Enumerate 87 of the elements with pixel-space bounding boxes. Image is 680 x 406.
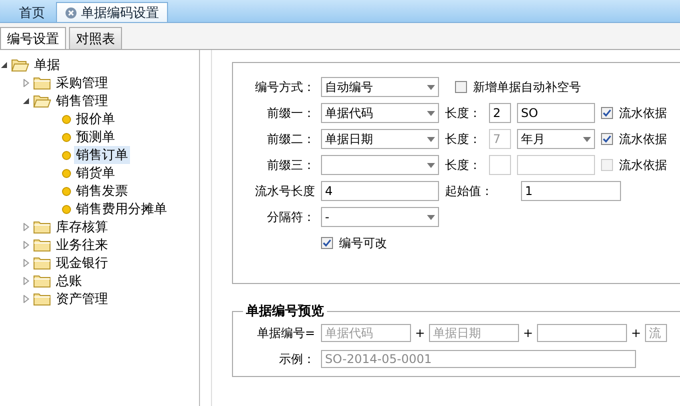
length-field[interactable]: 2 bbox=[489, 103, 511, 123]
tree-folder[interactable]: 单据 bbox=[32, 56, 62, 74]
caret-icon bbox=[427, 110, 435, 116]
dropdown[interactable]: 单据日期 bbox=[321, 129, 439, 149]
field-label: 单据编号= bbox=[256, 324, 315, 342]
input-field[interactable]: SO bbox=[517, 103, 595, 123]
bullet-icon bbox=[62, 150, 71, 160]
folder-icon bbox=[33, 220, 51, 234]
folder-icon bbox=[33, 274, 51, 288]
tab[interactable]: 单据编码设置 bbox=[56, 2, 168, 22]
folder-icon bbox=[33, 76, 51, 90]
tree-item[interactable]: 销货单 bbox=[74, 164, 117, 182]
section-title: 单据编号预览 bbox=[245, 302, 325, 320]
collapsed-arrow-icon[interactable] bbox=[22, 295, 30, 303]
tree-folder[interactable]: 总账 bbox=[54, 272, 84, 290]
input-field[interactable]: 1 bbox=[521, 181, 621, 201]
field-label: 长度： bbox=[445, 130, 482, 148]
field-label: 起始值： bbox=[445, 182, 494, 200]
tree-folder[interactable]: 业务往来 bbox=[54, 236, 110, 254]
input-field[interactable]: 4 bbox=[321, 181, 439, 201]
folder-icon bbox=[11, 58, 29, 72]
readonly-field: SO-2014-05-0001 bbox=[321, 350, 636, 368]
tree-folder[interactable]: 销售管理 bbox=[54, 92, 110, 110]
field-label: 前缀二： bbox=[266, 130, 315, 148]
tab[interactable]: 首页 bbox=[10, 2, 54, 22]
expanded-arrow-icon[interactable] bbox=[0, 61, 8, 69]
checkbox-label: 流水依据 bbox=[619, 130, 667, 148]
tree-folder[interactable]: 现金银行 bbox=[54, 254, 110, 272]
tree-item[interactable]: 销售发票 bbox=[74, 182, 130, 200]
checkbox-label: 编号可改 bbox=[339, 234, 387, 252]
plus-sign: + bbox=[630, 326, 642, 340]
close-icon[interactable] bbox=[65, 6, 77, 18]
collapsed-arrow-icon[interactable] bbox=[22, 241, 30, 249]
caret-icon bbox=[583, 136, 591, 142]
dropdown[interactable]: - bbox=[321, 207, 439, 227]
folder-icon bbox=[33, 292, 51, 306]
tree-item[interactable]: 销售订单 bbox=[74, 146, 130, 164]
checkbox-label: 流水依据 bbox=[619, 104, 667, 122]
collapsed-arrow-icon[interactable] bbox=[22, 259, 30, 267]
field-label: 长度： bbox=[445, 104, 482, 122]
checkbox[interactable] bbox=[601, 133, 613, 145]
checkbox[interactable] bbox=[601, 107, 613, 119]
field-label: 长度： bbox=[445, 156, 482, 174]
dropdown[interactable]: 单据代码 bbox=[321, 103, 439, 123]
caret-icon bbox=[427, 84, 435, 90]
readonly-field: 流 bbox=[645, 324, 667, 342]
plus-sign: + bbox=[522, 326, 534, 340]
collapsed-arrow-icon[interactable] bbox=[22, 277, 30, 285]
expanded-arrow-icon[interactable] bbox=[22, 97, 30, 105]
bullet-icon bbox=[62, 132, 71, 142]
bullet-icon bbox=[62, 204, 71, 214]
folder-icon bbox=[33, 256, 51, 270]
checkbox[interactable] bbox=[321, 237, 333, 249]
dropdown[interactable]: 自动编号 bbox=[321, 77, 439, 97]
tree-item[interactable]: 报价单 bbox=[74, 110, 117, 128]
tree-item[interactable]: 预测单 bbox=[74, 128, 117, 146]
tab[interactable]: 对照表 bbox=[69, 27, 122, 49]
bullet-icon bbox=[62, 114, 71, 124]
caret-icon bbox=[427, 214, 435, 220]
field-label: 前缀一： bbox=[266, 104, 315, 122]
plus-sign: + bbox=[414, 326, 426, 340]
input-field[interactable] bbox=[517, 155, 595, 175]
tree-folder[interactable]: 库存核算 bbox=[54, 218, 110, 236]
bullet-icon bbox=[62, 186, 71, 196]
field-label: 分隔符： bbox=[266, 208, 315, 226]
field-label: 流水号长度 bbox=[254, 182, 315, 200]
checkbox[interactable] bbox=[455, 81, 467, 93]
field-label: 示例： bbox=[278, 350, 315, 368]
checkbox-label: 新增单据自动补空号 bbox=[473, 78, 581, 96]
tab[interactable]: 编号设置 bbox=[0, 27, 66, 49]
tree-folder[interactable]: 采购管理 bbox=[54, 74, 110, 92]
dropdown[interactable]: 年月 bbox=[517, 129, 595, 149]
bullet-icon bbox=[62, 168, 71, 178]
readonly-field: 单据日期 bbox=[429, 324, 519, 342]
field-label: 前缀三： bbox=[266, 156, 315, 174]
tree-item[interactable]: 销售费用分摊单 bbox=[74, 200, 169, 218]
checkbox-label: 流水依据 bbox=[619, 156, 667, 174]
dropdown[interactable] bbox=[321, 155, 439, 175]
caret-icon bbox=[427, 136, 435, 142]
folder-icon bbox=[33, 238, 51, 252]
collapsed-arrow-icon[interactable] bbox=[22, 79, 30, 87]
folder-icon bbox=[33, 94, 51, 108]
field-label: 编号方式： bbox=[254, 78, 315, 96]
caret-icon bbox=[427, 162, 435, 168]
collapsed-arrow-icon[interactable] bbox=[22, 223, 30, 231]
readonly-field: 单据代码 bbox=[321, 324, 411, 342]
tree-folder[interactable]: 资产管理 bbox=[54, 290, 110, 308]
